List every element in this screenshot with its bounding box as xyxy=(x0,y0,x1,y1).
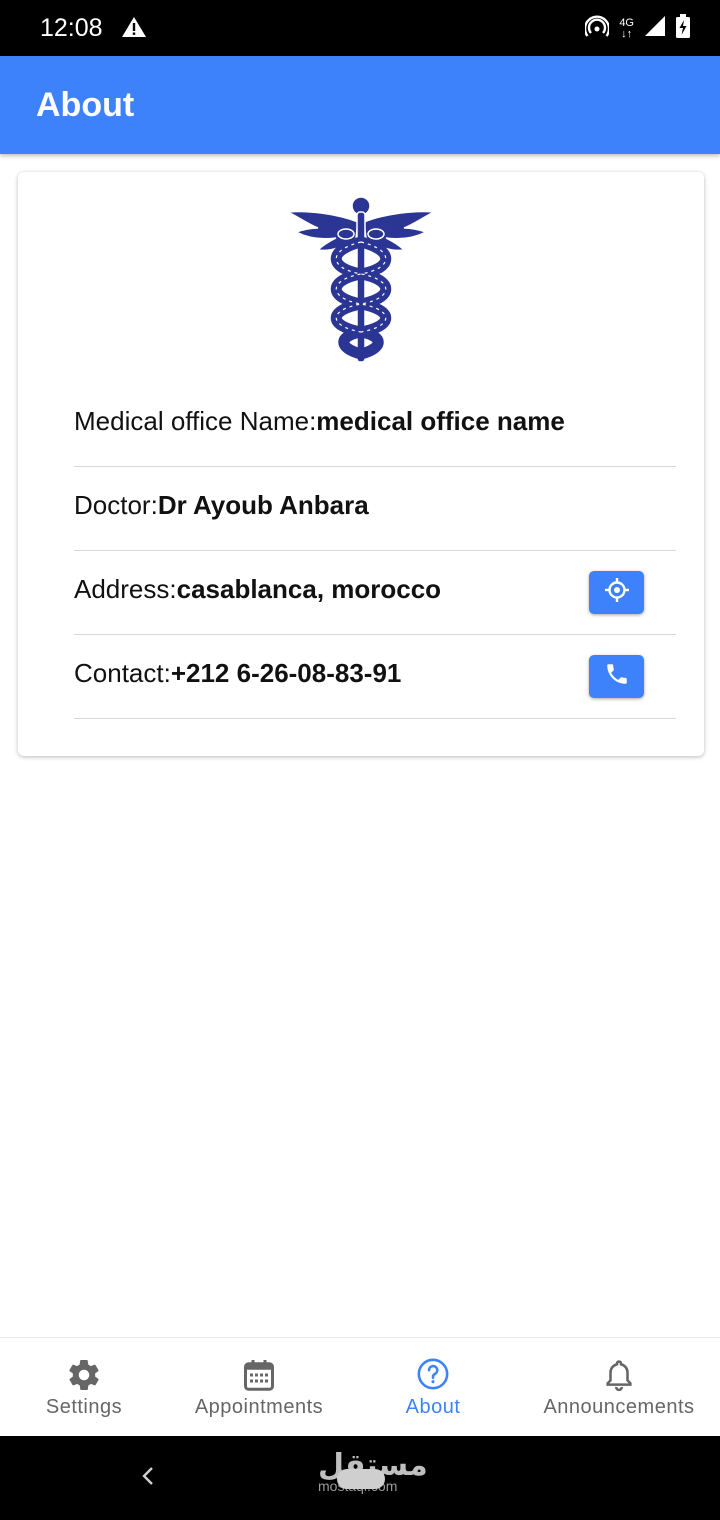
caduceus-icon xyxy=(285,194,437,366)
address-value: casablanca, morocco xyxy=(176,574,442,604)
home-handle[interactable] xyxy=(337,1469,385,1489)
contact-value: +212 6-26-08-83-91 xyxy=(170,658,402,688)
nav-about-label: About xyxy=(405,1396,461,1418)
battery-charging-icon xyxy=(676,14,690,43)
info-row-office-name: Medical office Name:medical office name xyxy=(74,382,676,467)
bottom-nav: Settings Appointments About Announcement… xyxy=(0,1337,720,1437)
office-name-label: Medical office Name: xyxy=(74,406,317,436)
office-name-value: medical office name xyxy=(316,406,565,436)
system-nav-bar: مستقل mostaql.com xyxy=(0,1436,720,1520)
alert-icon xyxy=(121,16,147,43)
status-icons: 4G ↓↑ xyxy=(584,14,690,43)
app-bar: About xyxy=(0,56,720,154)
status-bar: 12:08 4G ↓↑ xyxy=(0,0,720,56)
address-label: Address: xyxy=(74,574,177,604)
info-row-doctor: Doctor:Dr Ayoub Anbara xyxy=(74,466,676,551)
about-card: Medical office Name:medical office name … xyxy=(18,172,704,756)
phone-icon xyxy=(604,661,630,692)
nav-announcements-label: Announcements xyxy=(543,1396,695,1418)
nav-appointments-label: Appointments xyxy=(194,1396,324,1418)
calendar-icon xyxy=(241,1357,277,1398)
call-button[interactable] xyxy=(589,655,644,698)
locate-button[interactable] xyxy=(589,571,644,614)
back-icon[interactable] xyxy=(140,1462,156,1495)
hotspot-icon xyxy=(584,15,611,42)
gear-icon xyxy=(66,1357,102,1398)
contact-label: Contact: xyxy=(74,658,171,688)
doctor-value: Dr Ayoub Anbara xyxy=(157,490,369,520)
nav-about[interactable]: About xyxy=(378,1338,488,1437)
nav-announcements[interactable]: Announcements xyxy=(524,1338,714,1437)
info-row-address: Address:casablanca, morocco xyxy=(74,550,676,635)
network-type: 4G ↓↑ xyxy=(619,16,634,40)
network-label: 4G xyxy=(619,16,634,29)
bell-icon xyxy=(602,1357,636,1398)
nav-appointments[interactable]: Appointments xyxy=(174,1338,344,1437)
help-circle-icon xyxy=(416,1357,450,1396)
nav-settings-label: Settings xyxy=(45,1396,123,1418)
nav-settings[interactable]: Settings xyxy=(14,1338,154,1437)
locate-icon xyxy=(604,577,630,608)
page-title: About xyxy=(36,86,135,124)
status-time: 12:08 xyxy=(40,14,103,42)
signal-icon xyxy=(644,15,666,42)
info-row-contact: Contact:+212 6-26-08-83-91 xyxy=(74,634,676,719)
doctor-label: Doctor: xyxy=(74,490,158,520)
